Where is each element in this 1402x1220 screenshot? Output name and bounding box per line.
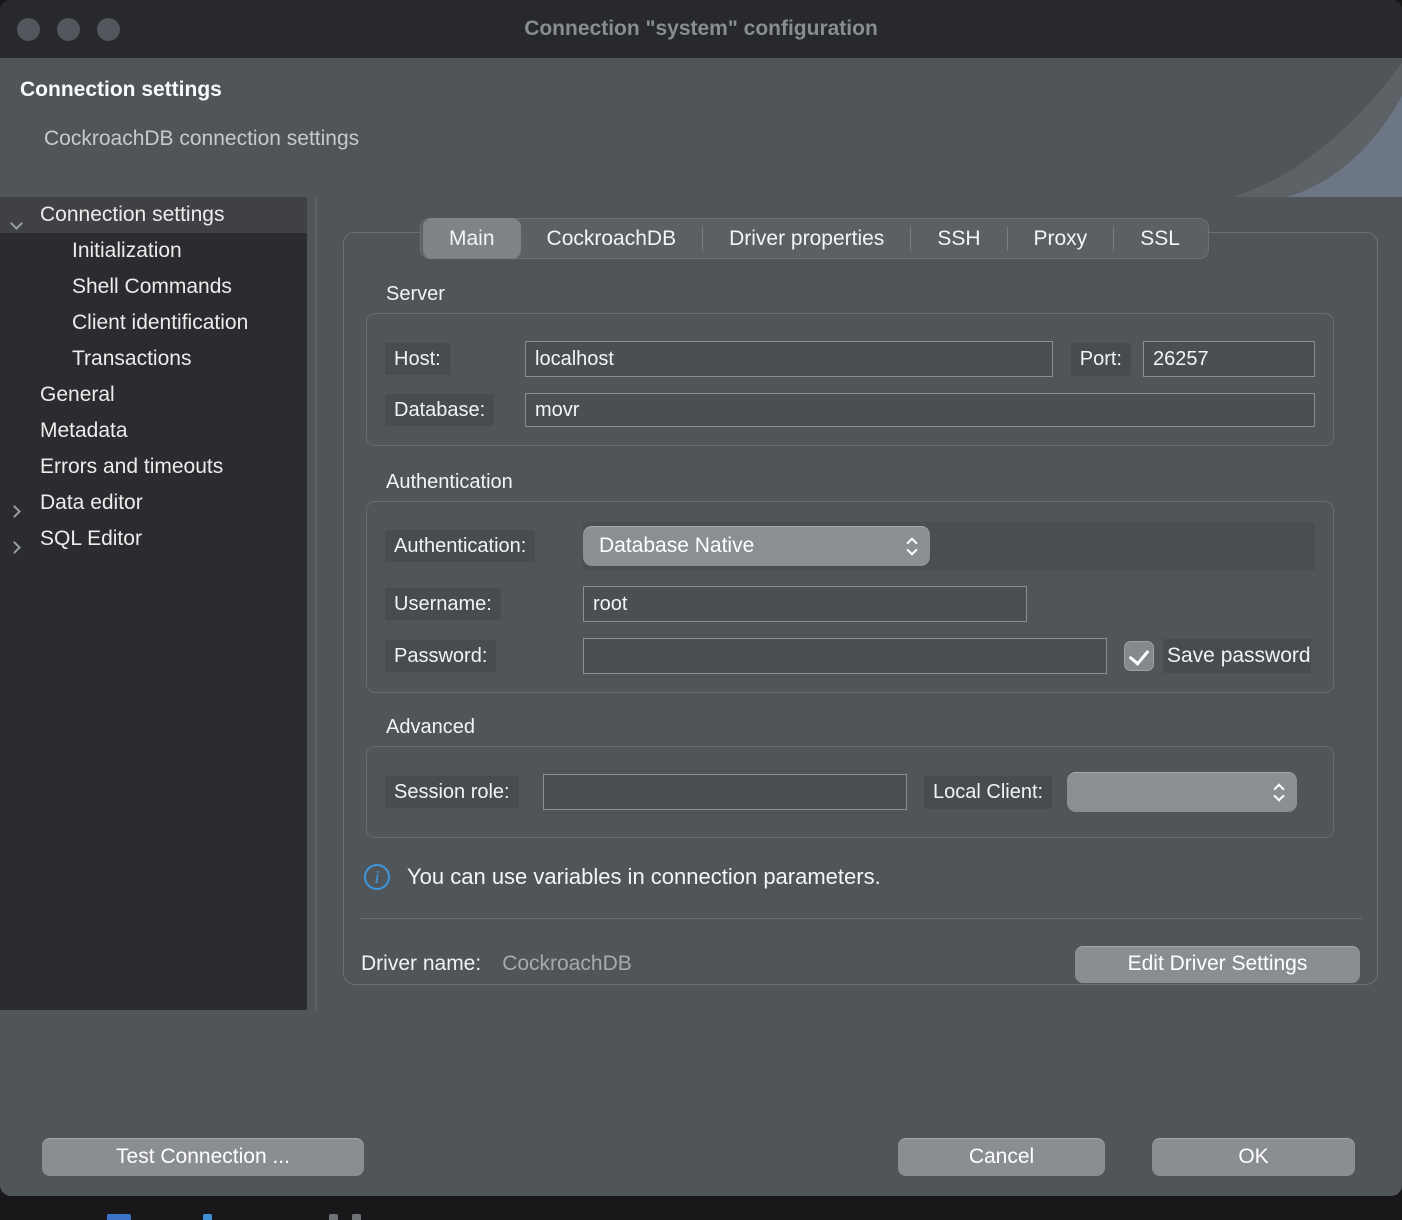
sidebar-item-errors-and-timeouts[interactable]: Errors and timeouts <box>0 449 307 485</box>
variables-hint: i You can use variables in connection pa… <box>364 864 1377 890</box>
username-input[interactable] <box>583 586 1027 622</box>
authentication-group-label: Authentication <box>386 471 1377 494</box>
dock-icon-fragment <box>352 1214 361 1220</box>
sidebar-item-data-editor[interactable]: Data editor <box>0 485 307 521</box>
server-group-label: Server <box>386 283 1377 306</box>
tab-main[interactable]: Main <box>423 218 521 259</box>
decorative-swoosh <box>1232 58 1402 197</box>
window-title: Connection "system" configuration <box>0 17 1402 41</box>
username-label: Username: <box>385 588 501 620</box>
local-client-select[interactable] <box>1067 772 1297 812</box>
authentication-select[interactable]: Database Native <box>583 526 930 566</box>
dialog-footer: Test Connection ... Cancel OK <box>0 1010 1402 1196</box>
connection-tabs: Main CockroachDB Driver properties SSH P… <box>420 218 1209 259</box>
tab-ssh[interactable]: SSH <box>911 218 1006 259</box>
server-group: Host: Port: Database: <box>366 313 1334 446</box>
sidebar-item-general[interactable]: General <box>0 377 307 413</box>
local-client-label: Local Client: <box>924 776 1052 809</box>
settings-tree: Connection settings Initialization Shell… <box>0 197 307 1010</box>
save-password-label: Save password <box>1163 639 1311 673</box>
authentication-label: Authentication: <box>385 530 535 562</box>
session-role-input[interactable] <box>543 774 907 810</box>
page-subtitle: CockroachDB connection settings <box>44 127 359 151</box>
session-role-label: Session role: <box>385 776 519 808</box>
ok-button[interactable]: OK <box>1152 1138 1355 1176</box>
page-title: Connection settings <box>20 78 222 102</box>
database-input[interactable] <box>525 393 1315 427</box>
desktop-background-strip <box>0 1196 1402 1220</box>
sidebar-resize-handle[interactable] <box>315 197 317 1010</box>
sidebar-item-metadata[interactable]: Metadata <box>0 413 307 449</box>
database-label: Database: <box>385 394 494 426</box>
main-tab-panel: Server Host: Port: Database: Authenticat… <box>343 232 1378 985</box>
dock-icon-fragment <box>107 1214 131 1220</box>
chevron-up-down-icon <box>908 539 916 554</box>
authentication-field-band: Database Native <box>583 522 1315 570</box>
password-input[interactable] <box>583 638 1107 674</box>
driver-name-value: CockroachDB <box>502 952 632 976</box>
main-settings-area: Main CockroachDB Driver properties SSH P… <box>320 197 1402 1010</box>
host-label: Host: <box>385 343 450 375</box>
tab-proxy[interactable]: Proxy <box>1008 218 1114 259</box>
close-window-button[interactable] <box>17 18 40 41</box>
port-label: Port: <box>1071 343 1131 376</box>
dialog-header: Connection settings CockroachDB connecti… <box>0 58 1402 197</box>
minimize-window-button[interactable] <box>57 18 80 41</box>
window-controls <box>17 18 120 41</box>
driver-name-label: Driver name: <box>361 952 481 976</box>
title-bar: Connection "system" configuration <box>0 0 1402 58</box>
dock-icon-fragment <box>203 1214 212 1220</box>
sidebar-item-initialization[interactable]: Initialization <box>0 233 307 269</box>
tab-driver-properties[interactable]: Driver properties <box>703 218 910 259</box>
sidebar-item-client-identification[interactable]: Client identification <box>0 305 307 341</box>
host-input[interactable] <box>525 341 1053 377</box>
dock-icon-fragment <box>329 1214 338 1220</box>
chevron-right-icon[interactable] <box>12 534 23 545</box>
chevron-right-icon[interactable] <box>12 498 23 509</box>
panel-separator <box>361 918 1362 919</box>
sidebar-item-shell-commands[interactable]: Shell Commands <box>0 269 307 305</box>
maximize-window-button[interactable] <box>97 18 120 41</box>
tab-ssl[interactable]: SSL <box>1114 218 1206 259</box>
chevron-down-icon[interactable] <box>12 210 23 221</box>
save-password-checkbox[interactable] <box>1124 641 1154 671</box>
info-icon: i <box>364 864 390 890</box>
edit-driver-settings-button[interactable]: Edit Driver Settings <box>1075 946 1360 983</box>
advanced-group-label: Advanced <box>386 716 1377 739</box>
connection-config-dialog: Connection "system" configuration Connec… <box>0 0 1402 1196</box>
sidebar-item-connection-settings[interactable]: Connection settings <box>0 197 307 233</box>
advanced-group: Session role: Local Client: <box>366 746 1334 838</box>
test-connection-button[interactable]: Test Connection ... <box>42 1138 364 1176</box>
cancel-button[interactable]: Cancel <box>898 1138 1105 1176</box>
port-input[interactable] <box>1143 341 1315 377</box>
chevron-up-down-icon <box>1275 785 1283 800</box>
sidebar-item-transactions[interactable]: Transactions <box>0 341 307 377</box>
sidebar-item-sql-editor[interactable]: SQL Editor <box>0 521 307 557</box>
password-label: Password: <box>385 640 496 672</box>
tab-cockroachdb[interactable]: CockroachDB <box>521 218 703 259</box>
authentication-group: Authentication: Database Native Username… <box>366 501 1334 693</box>
